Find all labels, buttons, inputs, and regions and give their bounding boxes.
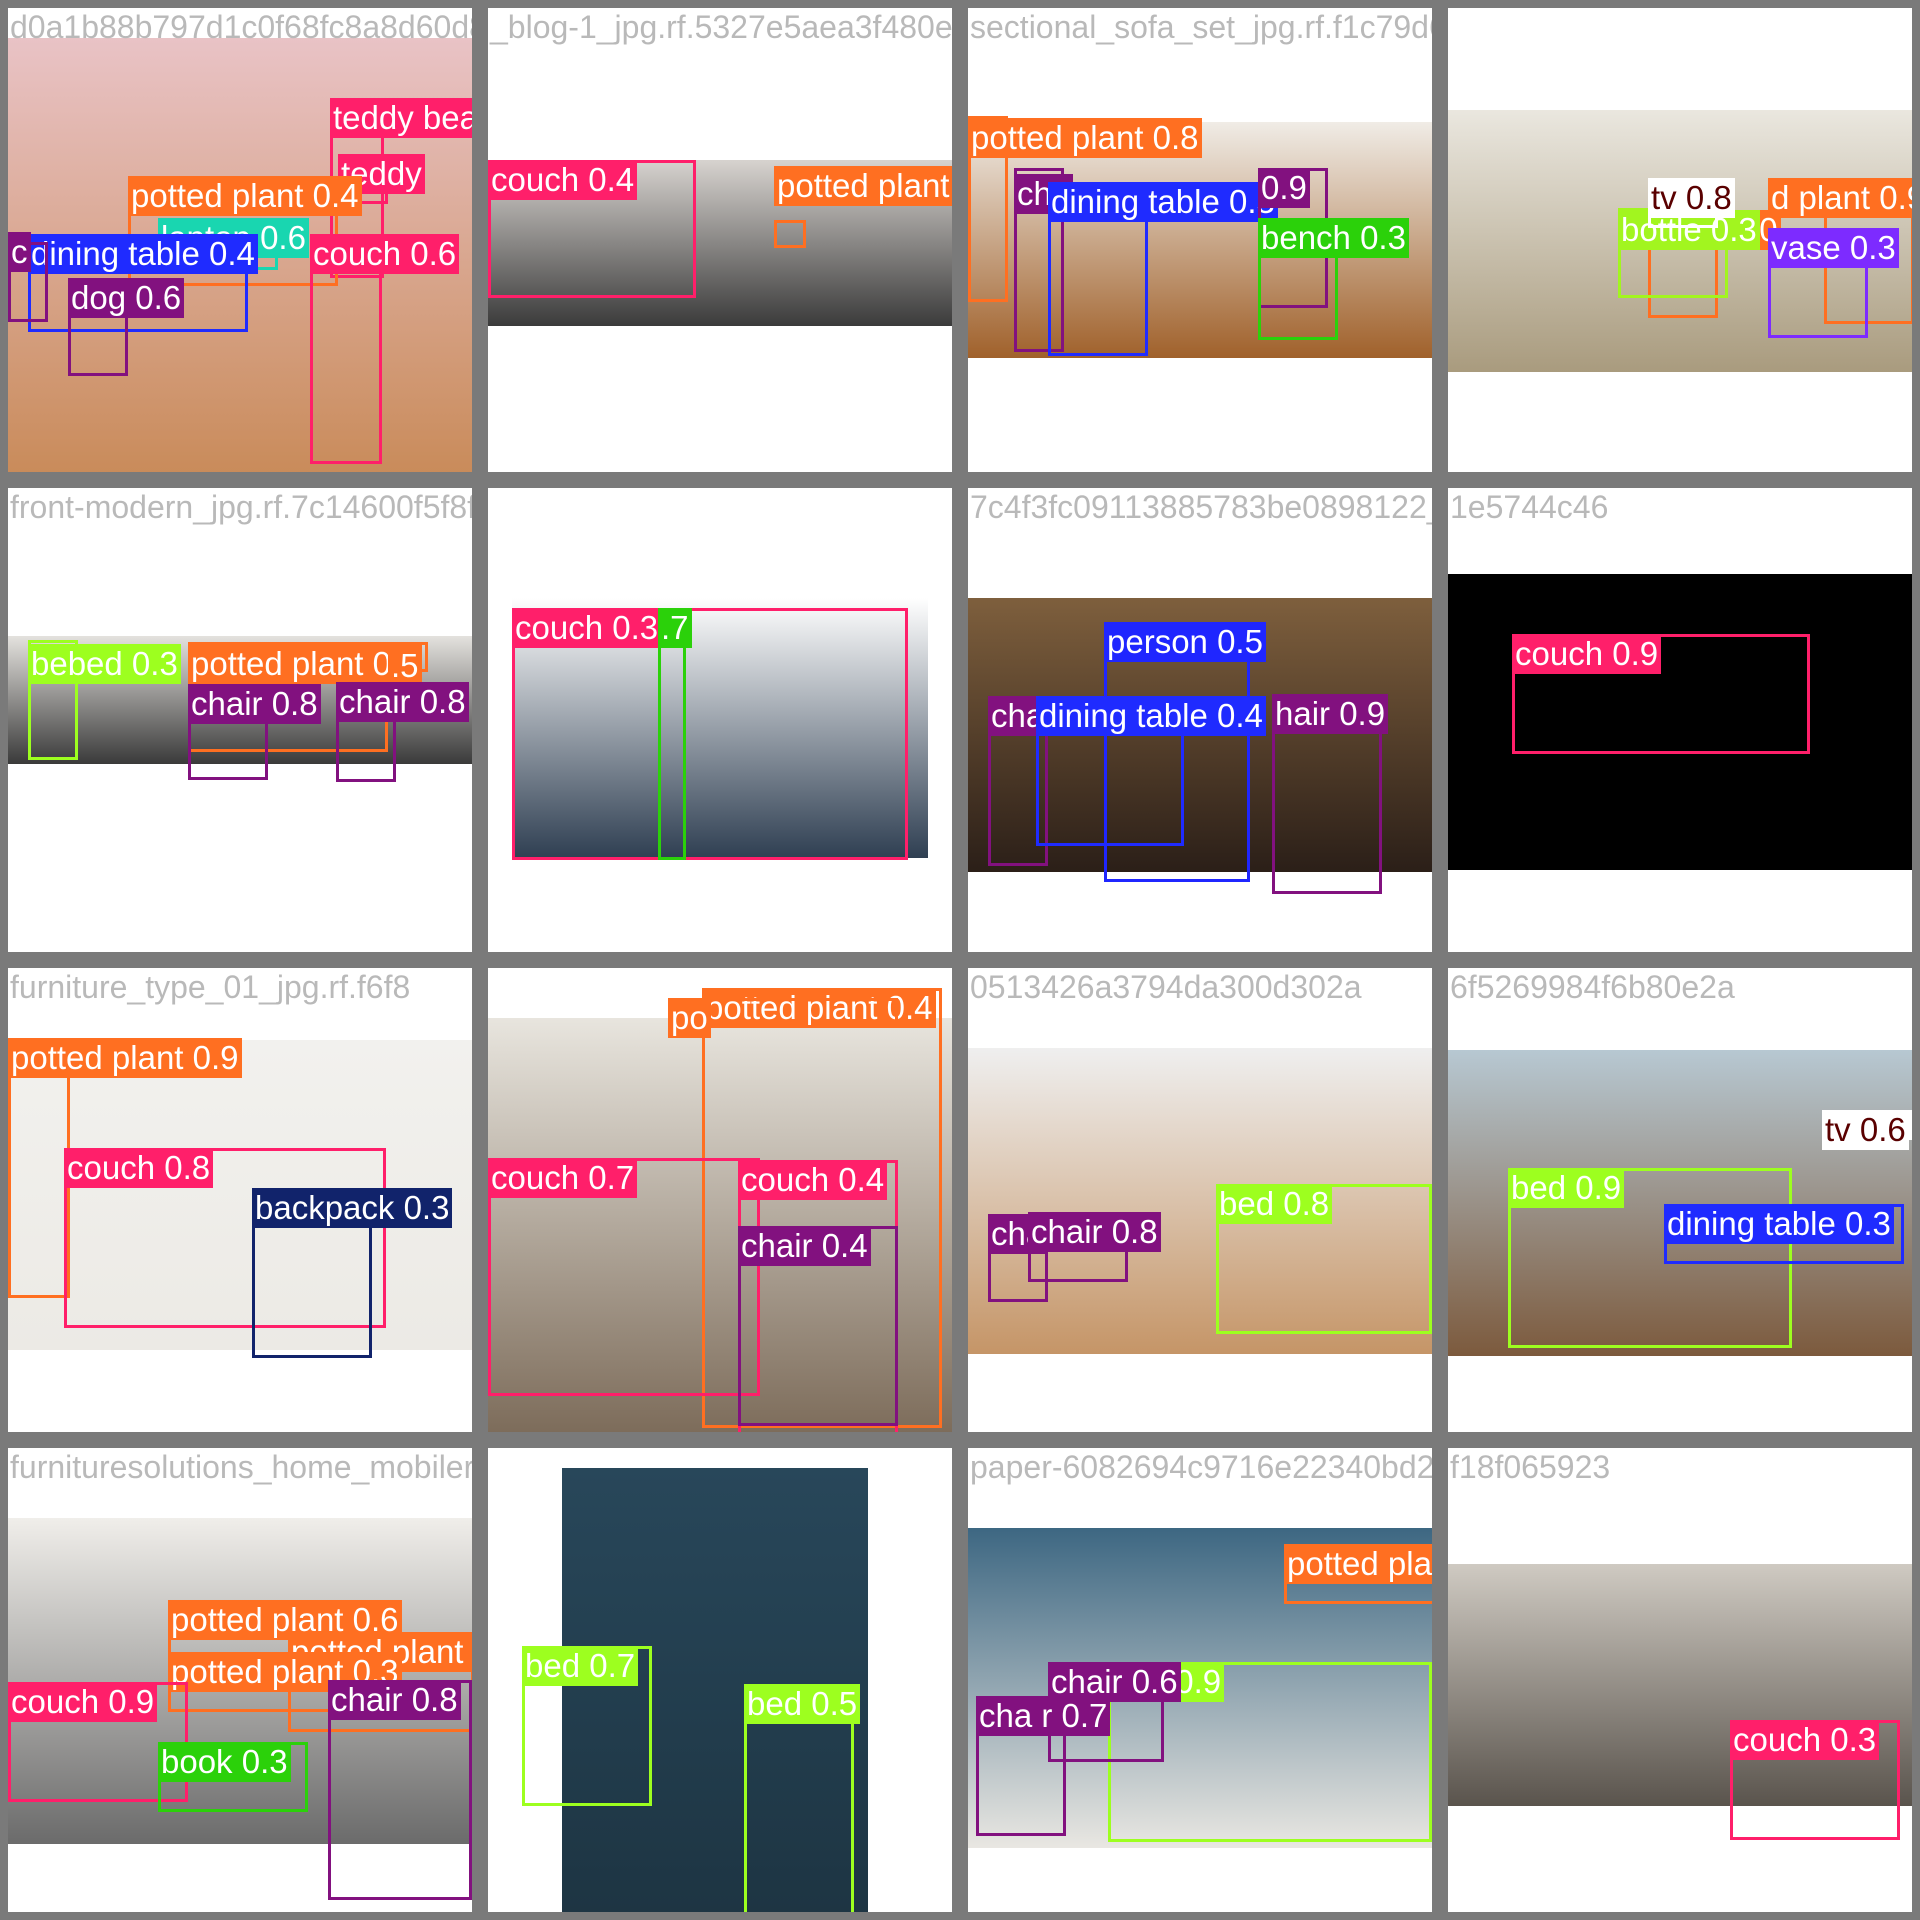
- mosaic-tile: 6f5269984f6b80e2a bed 0.9 dining table 0.3…: [1440, 960, 1920, 1440]
- mosaic-tile: paper-6082694c9716e22340bd2079eb49potted…: [960, 1440, 1440, 1920]
- tile-filename: furniture_type_01_jpg.rf.f6f8: [10, 969, 411, 1005]
- mosaic-tile: 1e5744c46 couch 0.9: [1440, 480, 1920, 960]
- tile-photo: [512, 598, 928, 858]
- tile-photo: [8, 1518, 472, 1844]
- tile-filename: 7c4f3fc09113885783be0898122_jpg.rf.54993…: [970, 489, 1432, 525]
- mosaic-tile: d plant 0.9 d plant 0 bottle 0.3 vase 0.3 tv…: [1440, 0, 1920, 480]
- tile-filename: 1e5744c46: [1450, 489, 1609, 525]
- tile-filename: front-modern_jpg.rf.7c14600f5f8f4e77629e…: [10, 489, 477, 525]
- tile-photo: [1448, 1564, 1912, 1806]
- tile-photo: [1448, 110, 1912, 372]
- tile-photo: [8, 1040, 472, 1350]
- tile-photo: [488, 1018, 952, 1432]
- tile-filename: 6f5269984f6b80e2a: [1450, 969, 1735, 1005]
- mosaic-tile: 7c4f3fc09113885783be0898122_jpg.rf.54993…: [960, 480, 1440, 960]
- tile-filename: furnituresolutions_home_mobileroom-ideas…: [10, 1449, 475, 1485]
- mosaic-tile: _blog-1_jpg.rf.5327e5aea3f480ece couch 0.…: [480, 0, 960, 480]
- tile-photo: [488, 160, 952, 326]
- mosaic-tile: front-modern_jpg.rf.7c14600f5f8f4e77629e…: [0, 480, 480, 960]
- mosaic-tile: furniture_type_01_jpg.rf.f6f8 potted plan…: [0, 960, 480, 1440]
- tile-filename: f18f065923: [1450, 1449, 1611, 1485]
- mosaic-tile: 0513426a3794da300d302a cha chair 0.8 bed 0.…: [960, 960, 1440, 1440]
- tile-photo: [8, 636, 472, 764]
- mosaic-tile: d0a1b88b797d1c0f68fc8a8d60d81049e2teddy …: [0, 0, 480, 480]
- tile-filename: _blog-1_jpg.rf.5327e5aea3f480ece: [490, 9, 960, 45]
- mosaic-tile: f18f065923 couch 0.3: [1440, 1440, 1920, 1920]
- tile-photo: [1448, 574, 1912, 870]
- mosaic-tile: sectional_sofa_set_jpg.rf.f1c79d62e15bfa…: [960, 0, 1440, 480]
- tile-filename: d0a1b88b797d1c0f68fc8a8d60d81049e2: [10, 9, 472, 45]
- tile-photo: [1448, 1050, 1912, 1356]
- tile-filename: paper-6082694c9716e22340bd2079eb49: [970, 1449, 1435, 1485]
- tile-photo: [562, 1468, 868, 1912]
- mosaic-tile: couch 0.3.7: [480, 480, 960, 960]
- tile-photo: [8, 38, 472, 472]
- mosaic-grid: d0a1b88b797d1c0f68fc8a8d60d81049e2teddy …: [0, 0, 1920, 1920]
- mosaic-tile: potted plant 0.4 po couch 0.7 couch 0.4 chai…: [480, 960, 960, 1440]
- mosaic-tile: furnituresolutions_home_mobileroom-ideas…: [0, 1440, 480, 1920]
- tile-filename: sectional_sofa_set_jpg.rf.f1c79d62e15bfa…: [970, 9, 1432, 45]
- tile-photo: [968, 1528, 1432, 1848]
- tile-photo: [968, 598, 1432, 872]
- mosaic-tile: bed 0.7 bed 0.5: [480, 1440, 960, 1920]
- tile-photo: [968, 1048, 1432, 1354]
- tile-filename: 0513426a3794da300d302a: [970, 969, 1362, 1005]
- tile-photo: [968, 122, 1432, 358]
